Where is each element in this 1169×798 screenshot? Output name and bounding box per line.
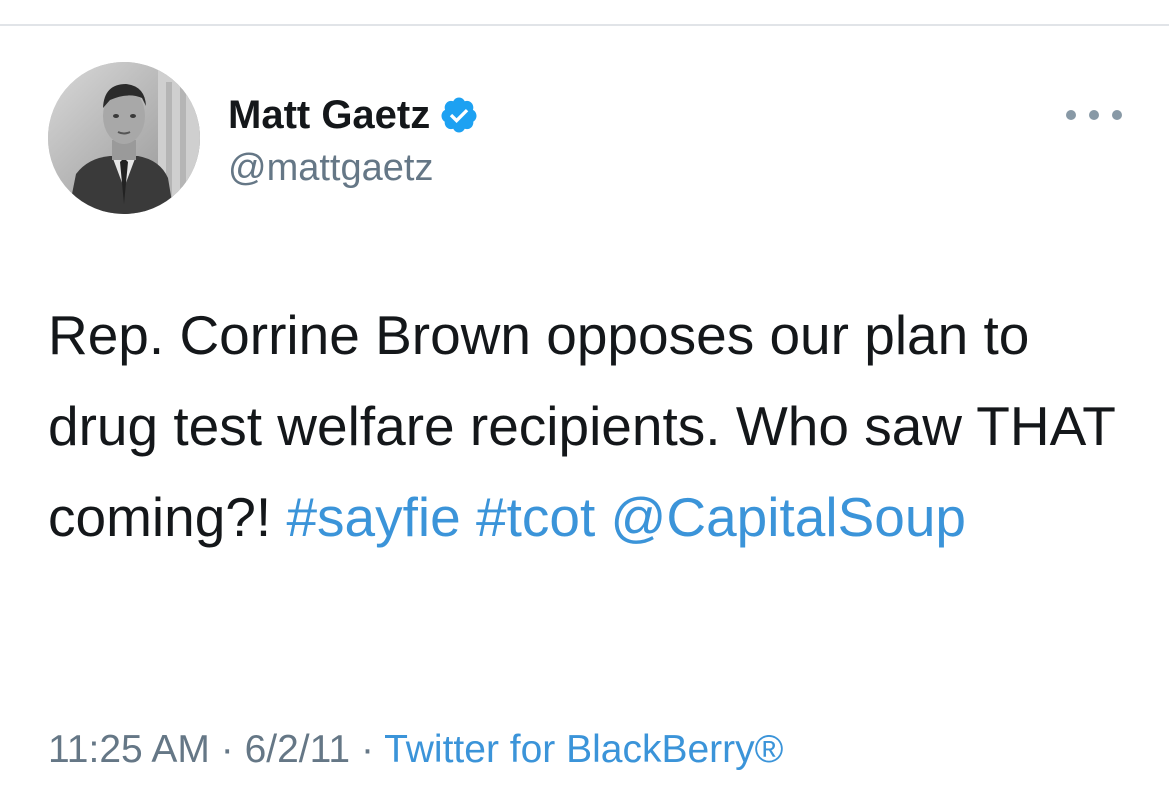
tweet-metadata: 11:25 AM · 6/2/11 · Twitter for BlackBer… bbox=[48, 727, 783, 773]
tweet-page: Matt Gaetz @mattgaetz Rep. Corrine Brown… bbox=[0, 0, 1169, 798]
tweet-date[interactable]: 6/2/11 bbox=[245, 728, 351, 771]
user-handle[interactable]: @mattgaetz bbox=[228, 147, 433, 189]
profile-photo bbox=[48, 62, 200, 214]
dot bbox=[1089, 110, 1099, 120]
hashtag-tcot[interactable]: #tcot bbox=[476, 486, 595, 548]
meta-separator: · bbox=[209, 728, 245, 771]
dot bbox=[1066, 110, 1076, 120]
more-dots-icon[interactable] bbox=[1066, 100, 1122, 130]
user-name[interactable]: Matt Gaetz bbox=[228, 93, 430, 137]
avatar[interactable] bbox=[48, 62, 200, 214]
user-name-row[interactable]: Matt Gaetz bbox=[228, 93, 479, 137]
tweet-source-link[interactable]: Twitter for BlackBerry® bbox=[384, 728, 783, 771]
mention-capitalsoup[interactable]: @CapitalSoup bbox=[611, 486, 967, 548]
meta-separator: · bbox=[350, 728, 385, 771]
verified-badge-icon bbox=[439, 95, 479, 135]
hashtag-sayfie[interactable]: #sayfie bbox=[286, 486, 460, 548]
tweet-text: Rep. Corrine Brown opposes our plan to d… bbox=[48, 290, 1138, 563]
dot bbox=[1112, 110, 1122, 120]
tweet-time[interactable]: 11:25 AM bbox=[48, 728, 210, 771]
